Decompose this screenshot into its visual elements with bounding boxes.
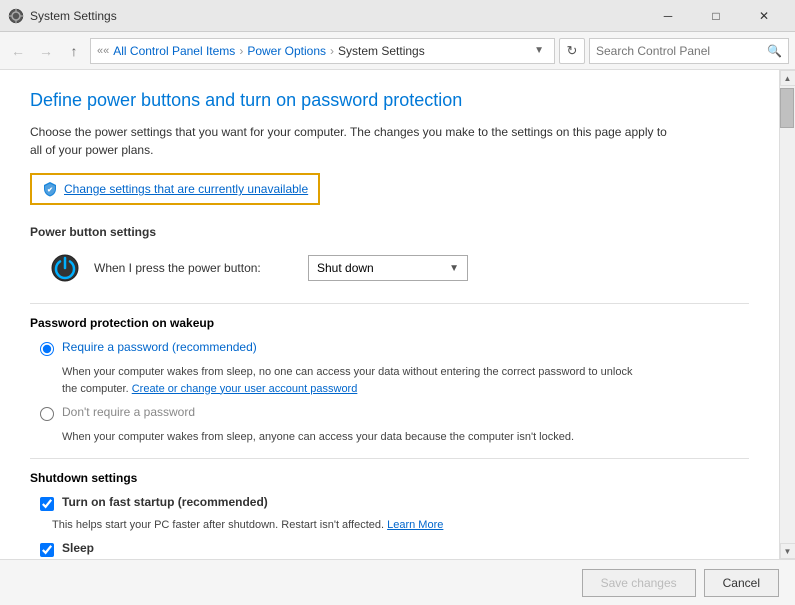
bottom-bar: Save changes Cancel [0, 559, 795, 605]
create-password-link[interactable]: Create or change your user account passw… [132, 383, 358, 395]
divider-2 [30, 458, 749, 459]
require-password-label: Require a password (recommended) [62, 340, 257, 354]
chevron-down-icon: ▼ [449, 263, 459, 274]
title-bar: System Settings ─ □ ✕ [0, 0, 795, 32]
fast-startup-item: Turn on fast startup (recommended) [40, 495, 749, 511]
page-title: Define power buttons and turn on passwor… [30, 90, 749, 111]
address-bar: ← → ↑ «« All Control Panel Items › Power… [0, 32, 795, 70]
breadcrumb: «« All Control Panel Items › Power Optio… [90, 38, 555, 64]
close-button[interactable]: ✕ [741, 1, 787, 31]
save-changes-button[interactable]: Save changes [582, 569, 696, 597]
sleep-item: Sleep [40, 541, 749, 557]
content-area: Define power buttons and turn on passwor… [0, 70, 779, 559]
svg-text:✔: ✔ [47, 187, 53, 194]
power-button-dropdown[interactable]: Shut down ▼ [308, 255, 468, 281]
minimize-button[interactable]: ─ [645, 1, 691, 31]
no-require-password-label: Don't require a password [62, 405, 195, 419]
no-require-password-radio[interactable] [40, 407, 54, 421]
scroll-up-arrow[interactable]: ▲ [780, 70, 795, 86]
search-box: 🔍 [589, 38, 789, 64]
shield-icon: ✔ [42, 181, 58, 197]
forward-button[interactable]: → [34, 39, 58, 63]
cancel-button[interactable]: Cancel [704, 569, 779, 597]
power-button-section-title: Power button settings [30, 225, 749, 239]
no-require-password-option: Don't require a password [40, 405, 749, 421]
window-icon [8, 8, 24, 24]
divider-1 [30, 303, 749, 304]
require-password-radio[interactable] [40, 342, 54, 356]
power-icon [50, 253, 80, 283]
breadcrumb-current: System Settings [338, 44, 425, 58]
search-icon[interactable]: 🔍 [767, 44, 782, 58]
window-controls: ─ □ ✕ [645, 1, 787, 31]
up-button[interactable]: ↑ [62, 39, 86, 63]
scrollbar: ▲ ▼ [779, 70, 795, 559]
main-content: Define power buttons and turn on passwor… [0, 70, 795, 559]
power-button-value: Shut down [317, 261, 374, 275]
fast-startup-label: Turn on fast startup (recommended) [62, 495, 268, 509]
sleep-label: Sleep [62, 541, 94, 555]
shutdown-section: Shutdown settings Turn on fast startup (… [30, 471, 749, 560]
learn-more-link[interactable]: Learn More [387, 519, 443, 531]
breadcrumb-dropdown-button[interactable]: ▼ [530, 45, 548, 56]
require-password-desc: When your computer wakes from sleep, no … [62, 364, 642, 397]
require-password-option: Require a password (recommended) [40, 340, 749, 356]
refresh-button[interactable]: ↻ [559, 38, 585, 64]
breadcrumb-all-control-panel[interactable]: All Control Panel Items [113, 44, 235, 58]
window-title: System Settings [30, 9, 645, 23]
scroll-down-arrow[interactable]: ▼ [780, 543, 795, 559]
search-input[interactable] [596, 44, 767, 58]
password-section-title: Password protection on wakeup [30, 316, 749, 330]
change-settings-section: ✔ Change settings that are currently una… [30, 173, 320, 205]
back-button[interactable]: ← [6, 39, 30, 63]
shutdown-section-title: Shutdown settings [30, 471, 749, 485]
fast-startup-desc-text: This helps start your PC faster after sh… [52, 519, 387, 531]
scroll-thumb[interactable] [780, 88, 794, 128]
page-description: Choose the power settings that you want … [30, 123, 680, 159]
power-button-row: When I press the power button: Shut down… [50, 253, 749, 283]
power-button-label: When I press the power button: [94, 261, 294, 275]
password-radio-group: Require a password (recommended) When yo… [40, 340, 749, 446]
change-settings-link[interactable]: Change settings that are currently unava… [64, 182, 308, 196]
fast-startup-checkbox[interactable] [40, 497, 54, 511]
scroll-track[interactable] [780, 86, 795, 543]
breadcrumb-power-options[interactable]: Power Options [247, 44, 326, 58]
no-require-password-desc: When your computer wakes from sleep, any… [62, 429, 642, 446]
maximize-button[interactable]: □ [693, 1, 739, 31]
sleep-checkbox[interactable] [40, 543, 54, 557]
fast-startup-desc: This helps start your PC faster after sh… [52, 517, 749, 534]
